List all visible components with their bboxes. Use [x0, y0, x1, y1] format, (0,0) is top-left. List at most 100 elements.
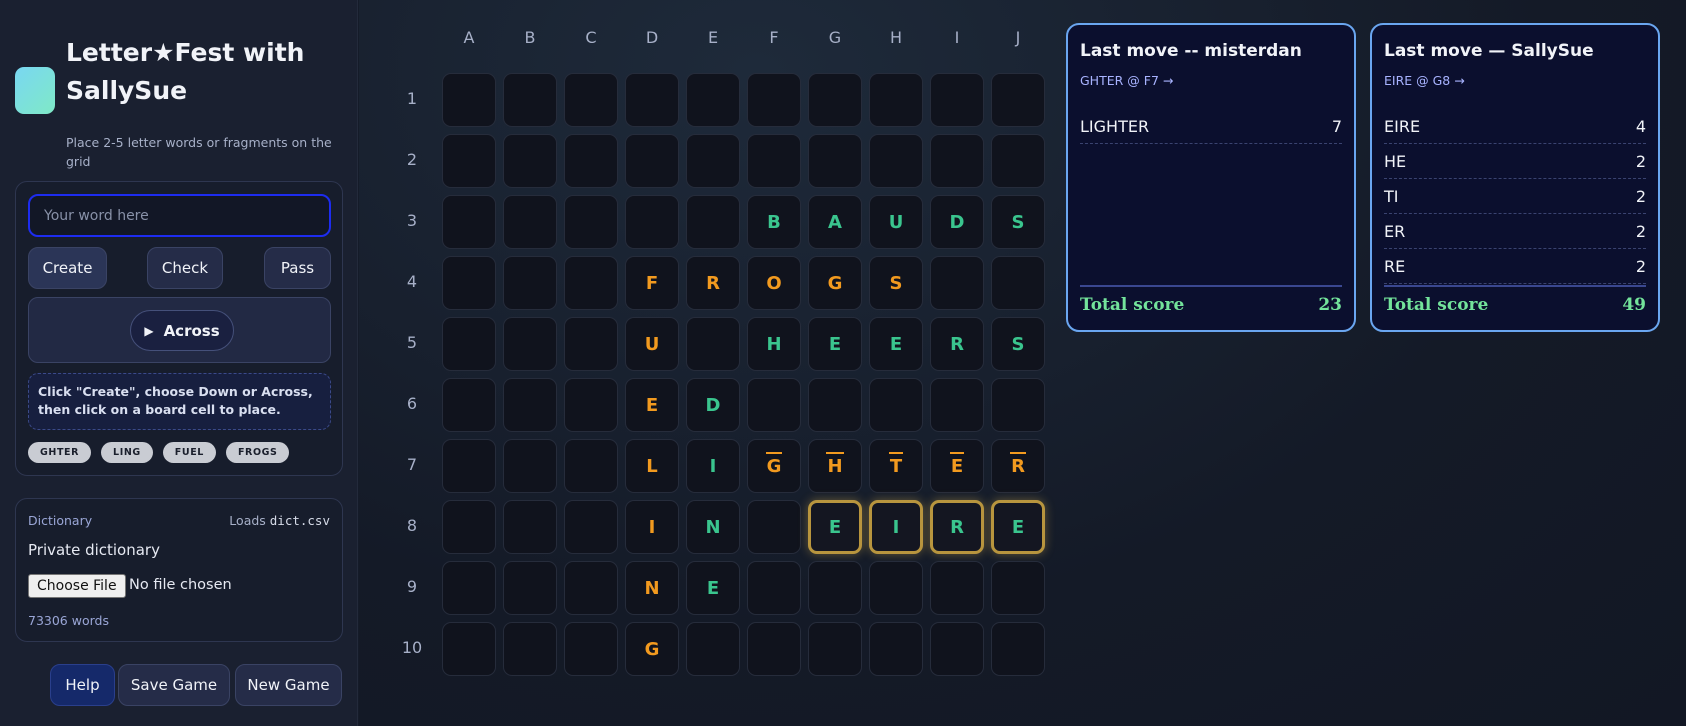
- word-chip[interactable]: FROGS: [225, 442, 290, 463]
- word-chip[interactable]: FUEL: [162, 442, 216, 463]
- board-cell-e4[interactable]: R: [686, 256, 740, 310]
- board-cell-g7[interactable]: H: [808, 439, 862, 493]
- board-cell-i6[interactable]: [930, 378, 984, 432]
- board-cell-d1[interactable]: [625, 73, 679, 127]
- board-cell-g6[interactable]: [808, 378, 862, 432]
- board-cell-c7[interactable]: [564, 439, 618, 493]
- board-cell-c10[interactable]: [564, 622, 618, 676]
- board-cell-b5[interactable]: [503, 317, 557, 371]
- board-cell-e6[interactable]: D: [686, 378, 740, 432]
- board-cell-e5[interactable]: [686, 317, 740, 371]
- board-cell-c8[interactable]: [564, 500, 618, 554]
- board-cell-i10[interactable]: [930, 622, 984, 676]
- board-cell-b9[interactable]: [503, 561, 557, 615]
- board-cell-b4[interactable]: [503, 256, 557, 310]
- board-cell-j7[interactable]: R: [991, 439, 1045, 493]
- direction-toggle-button[interactable]: ▶ Across: [130, 310, 234, 351]
- board-cell-a4[interactable]: [442, 256, 496, 310]
- board-cell-h5[interactable]: E: [869, 317, 923, 371]
- board-cell-g3[interactable]: A: [808, 195, 862, 249]
- board-cell-g5[interactable]: E: [808, 317, 862, 371]
- board-cell-d6[interactable]: E: [625, 378, 679, 432]
- board-cell-f7[interactable]: G: [747, 439, 801, 493]
- board-cell-d3[interactable]: [625, 195, 679, 249]
- board-cell-j4[interactable]: [991, 256, 1045, 310]
- board-cell-c9[interactable]: [564, 561, 618, 615]
- board-cell-j1[interactable]: [991, 73, 1045, 127]
- word-input[interactable]: [28, 194, 331, 237]
- board-cell-f1[interactable]: [747, 73, 801, 127]
- create-button[interactable]: Create: [28, 247, 107, 289]
- board-cell-a3[interactable]: [442, 195, 496, 249]
- board-cell-c4[interactable]: [564, 256, 618, 310]
- board-cell-d5[interactable]: U: [625, 317, 679, 371]
- board-cell-h8[interactable]: I: [869, 500, 923, 554]
- board-cell-j10[interactable]: [991, 622, 1045, 676]
- board-cell-a5[interactable]: [442, 317, 496, 371]
- board-cell-e7[interactable]: I: [686, 439, 740, 493]
- board-cell-j5[interactable]: S: [991, 317, 1045, 371]
- board-cell-c3[interactable]: [564, 195, 618, 249]
- board-cell-e10[interactable]: [686, 622, 740, 676]
- board-cell-j2[interactable]: [991, 134, 1045, 188]
- board-cell-g4[interactable]: G: [808, 256, 862, 310]
- board-cell-i2[interactable]: [930, 134, 984, 188]
- board-cell-i8[interactable]: R: [930, 500, 984, 554]
- board-cell-h3[interactable]: U: [869, 195, 923, 249]
- board-cell-h6[interactable]: [869, 378, 923, 432]
- board-cell-j9[interactable]: [991, 561, 1045, 615]
- board-cell-f2[interactable]: [747, 134, 801, 188]
- board-cell-j8[interactable]: E: [991, 500, 1045, 554]
- board-cell-h9[interactable]: [869, 561, 923, 615]
- board-cell-f3[interactable]: B: [747, 195, 801, 249]
- board-cell-a10[interactable]: [442, 622, 496, 676]
- choose-file-button[interactable]: Choose File: [28, 574, 126, 598]
- board-cell-f4[interactable]: O: [747, 256, 801, 310]
- board-cell-i5[interactable]: R: [930, 317, 984, 371]
- new-game-button[interactable]: New Game: [235, 664, 342, 706]
- board-cell-h2[interactable]: [869, 134, 923, 188]
- board-cell-b7[interactable]: [503, 439, 557, 493]
- board-cell-a9[interactable]: [442, 561, 496, 615]
- board-cell-h10[interactable]: [869, 622, 923, 676]
- board-cell-g1[interactable]: [808, 73, 862, 127]
- board-cell-g10[interactable]: [808, 622, 862, 676]
- board-cell-c1[interactable]: [564, 73, 618, 127]
- board-cell-d7[interactable]: L: [625, 439, 679, 493]
- board-cell-b2[interactable]: [503, 134, 557, 188]
- board-cell-c5[interactable]: [564, 317, 618, 371]
- board-cell-i3[interactable]: D: [930, 195, 984, 249]
- board-cell-a8[interactable]: [442, 500, 496, 554]
- board-cell-f6[interactable]: [747, 378, 801, 432]
- board-cell-f5[interactable]: H: [747, 317, 801, 371]
- board-cell-h1[interactable]: [869, 73, 923, 127]
- board-cell-i1[interactable]: [930, 73, 984, 127]
- board-cell-i7[interactable]: E: [930, 439, 984, 493]
- board-cell-c6[interactable]: [564, 378, 618, 432]
- board-cell-h4[interactable]: S: [869, 256, 923, 310]
- board-cell-e2[interactable]: [686, 134, 740, 188]
- board-cell-a6[interactable]: [442, 378, 496, 432]
- pass-button[interactable]: Pass: [264, 247, 331, 289]
- board-cell-b8[interactable]: [503, 500, 557, 554]
- save-game-button[interactable]: Save Game: [118, 664, 230, 706]
- board-cell-h7[interactable]: T: [869, 439, 923, 493]
- board-cell-b1[interactable]: [503, 73, 557, 127]
- board-cell-j6[interactable]: [991, 378, 1045, 432]
- board-cell-d8[interactable]: I: [625, 500, 679, 554]
- word-chip[interactable]: GHTER: [28, 442, 92, 463]
- board-cell-a1[interactable]: [442, 73, 496, 127]
- board-cell-e3[interactable]: [686, 195, 740, 249]
- board-cell-i4[interactable]: [930, 256, 984, 310]
- board-cell-g8[interactable]: E: [808, 500, 862, 554]
- board-cell-e8[interactable]: N: [686, 500, 740, 554]
- board-cell-g2[interactable]: [808, 134, 862, 188]
- board-cell-d4[interactable]: F: [625, 256, 679, 310]
- board-cell-a2[interactable]: [442, 134, 496, 188]
- board-cell-e1[interactable]: [686, 73, 740, 127]
- board-cell-e9[interactable]: E: [686, 561, 740, 615]
- board-cell-f9[interactable]: [747, 561, 801, 615]
- board-cell-f10[interactable]: [747, 622, 801, 676]
- word-chip[interactable]: LING: [101, 442, 153, 463]
- board-cell-d9[interactable]: N: [625, 561, 679, 615]
